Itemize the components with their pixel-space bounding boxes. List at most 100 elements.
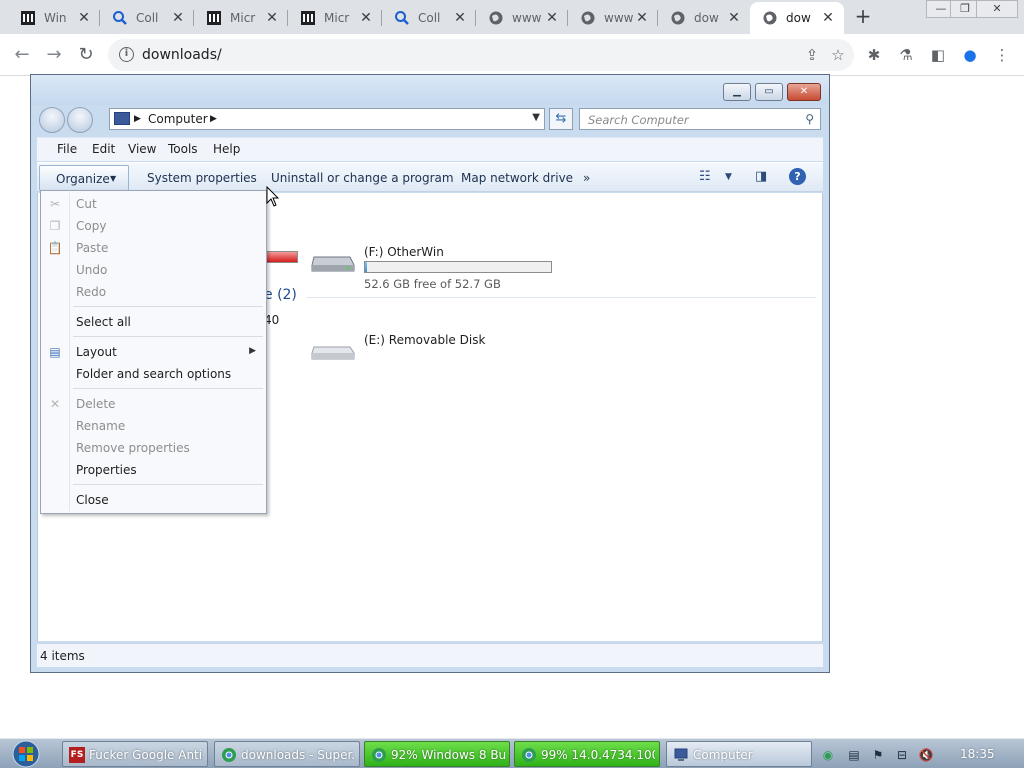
profile-icon[interactable]: ● — [960, 45, 980, 65]
menu-item-copy[interactable]: ❐ Copy — [41, 215, 266, 237]
organize-button[interactable]: Organize ▼ — [39, 165, 129, 191]
more-commands-button[interactable]: » — [583, 171, 590, 185]
window-close-button[interactable]: ✕ — [976, 0, 1018, 18]
group-header[interactable]: e (2) — [264, 287, 297, 303]
view-options-icon[interactable]: ☷ — [699, 169, 711, 184]
explorer-maximize-button[interactable]: ▭ — [755, 83, 783, 101]
explorer-minimize-button[interactable]: ▁ — [723, 83, 751, 101]
address-bar[interactable]: i downloads/ ⇪ ☆ — [108, 39, 854, 71]
browser-tab[interactable]: Coll ✕ — [382, 2, 476, 34]
close-icon[interactable]: ✕ — [544, 10, 560, 26]
drive-usage-bar — [364, 261, 552, 273]
share-icon[interactable]: ⇪ — [802, 45, 822, 65]
menu-item-layout[interactable]: ▤ Layout ▶ — [41, 341, 266, 363]
map-network-drive-button[interactable]: Map network drive — [461, 171, 573, 185]
browser-tab[interactable]: Micr ✕ — [288, 2, 382, 34]
browser-tab[interactable]: Win ✕ — [8, 2, 100, 34]
menu-file[interactable]: File — [57, 142, 77, 156]
menu-tools[interactable]: Tools — [168, 142, 198, 156]
menu-separator — [73, 484, 263, 485]
chevron-down-icon[interactable]: ▼ — [532, 112, 540, 123]
menu-item-label: Close — [76, 493, 109, 507]
menu-help[interactable]: Help — [213, 142, 240, 156]
taskbar-item-label: 92% Windows 8 Bu... — [391, 748, 505, 762]
menu-item-redo[interactable]: Redo — [41, 281, 266, 303]
window-title-bar — [31, 75, 829, 105]
clock[interactable]: 18:35 — [960, 747, 995, 761]
explorer-forward-button[interactable] — [67, 107, 93, 133]
search-icon[interactable]: ⚲ — [805, 112, 814, 126]
close-icon[interactable]: ✕ — [726, 10, 742, 26]
taskbar-item-progress[interactable]: 99% 14.0.4734.1000... — [514, 741, 660, 767]
lab-flask-icon[interactable]: ⚗ — [896, 45, 916, 65]
chevron-down-icon[interactable]: ▼ — [725, 172, 732, 182]
document-tray-icon[interactable]: ▤ — [846, 747, 862, 763]
search-input[interactable]: Search Computer ⚲ — [579, 108, 821, 130]
system-properties-button[interactable]: System properties — [147, 171, 257, 185]
taskbar-item-progress[interactable]: 92% Windows 8 Bu... — [364, 741, 510, 767]
browser-tab[interactable]: www ✕ — [568, 2, 658, 34]
menu-item-select-all[interactable]: Select all — [41, 311, 266, 333]
address-row: ▶ Computer ▶ ▼ ⇆ Search Computer ⚲ — [37, 107, 823, 133]
browser-tab-active[interactable]: dow ✕ — [750, 2, 844, 34]
menu-item-rename[interactable]: Rename — [41, 415, 266, 437]
back-button[interactable]: ← — [10, 43, 34, 67]
browser-tab[interactable]: Micr ✕ — [194, 2, 288, 34]
menu-item-cut[interactable]: ✂ Cut — [41, 193, 266, 215]
star-icon[interactable]: ☆ — [828, 45, 848, 65]
browser-tab-strip: Win ✕ Coll ✕ Micr ✕ Micr ✕ Coll ✕ www ✕ … — [0, 0, 1024, 34]
taskbar-item[interactable]: FS Fucker Google Anti... — [62, 741, 208, 767]
chrome-tray-icon[interactable]: ◉ — [820, 747, 836, 763]
browser-tab[interactable]: Coll ✕ — [100, 2, 194, 34]
menu-item-delete[interactable]: ✕ Delete — [41, 393, 266, 415]
close-icon[interactable]: ✕ — [170, 10, 186, 26]
menu-icon[interactable]: ⋮ — [992, 45, 1012, 65]
taskbar-item-label: downloads - Super... — [241, 748, 355, 762]
menu-item-label: Undo — [76, 263, 108, 277]
explorer-address-box[interactable]: ▶ Computer ▶ ▼ — [109, 108, 545, 130]
browser-tab[interactable]: dow ✕ — [658, 2, 750, 34]
explorer-close-button[interactable]: ✕ — [787, 83, 821, 101]
globe-icon — [580, 10, 596, 26]
refresh-button[interactable]: ⇆ — [549, 108, 573, 130]
help-icon[interactable]: ? — [789, 168, 806, 185]
menu-item-folder-options[interactable]: Folder and search options — [41, 363, 266, 385]
menu-item-undo[interactable]: Undo — [41, 259, 266, 281]
preview-pane-icon[interactable]: ◨ — [755, 169, 767, 184]
reload-button[interactable]: ↻ — [74, 43, 98, 67]
forward-button[interactable]: → — [42, 43, 66, 67]
close-icon[interactable]: ✕ — [264, 10, 280, 26]
side-panel-icon[interactable]: ◧ — [928, 45, 948, 65]
new-tab-button[interactable]: + — [852, 6, 874, 28]
info-icon[interactable]: i — [119, 47, 134, 62]
menu-view[interactable]: View — [128, 142, 156, 156]
flag-icon[interactable]: ⚑ — [870, 747, 886, 763]
close-icon[interactable]: ✕ — [358, 10, 374, 26]
close-icon[interactable]: ✕ — [634, 10, 650, 26]
breadcrumb-computer[interactable]: Computer — [148, 112, 208, 126]
menu-item-label: Properties — [76, 463, 137, 477]
close-icon[interactable]: ✕ — [76, 10, 92, 26]
uninstall-program-button[interactable]: Uninstall or change a program — [271, 171, 454, 185]
taskbar-item[interactable]: downloads - Super... — [214, 741, 360, 767]
breadcrumb-arrow-icon[interactable]: ▶ — [210, 114, 217, 124]
menu-item-paste[interactable]: 📋 Paste — [41, 237, 266, 259]
library-icon — [300, 10, 316, 26]
network-icon[interactable]: ⊟ — [894, 747, 910, 763]
volume-muted-icon[interactable]: 🔇 — [918, 747, 934, 763]
extensions-icon[interactable]: ✱ — [864, 45, 884, 65]
close-icon[interactable]: ✕ — [452, 10, 468, 26]
library-icon — [20, 10, 36, 26]
menu-item-close[interactable]: Close — [41, 489, 266, 511]
explorer-back-button[interactable] — [39, 107, 65, 133]
url-text: downloads/ — [142, 47, 222, 63]
close-icon[interactable]: ✕ — [820, 10, 836, 26]
breadcrumb-arrow-icon[interactable]: ▶ — [134, 114, 141, 124]
menu-item-properties[interactable]: Properties — [41, 459, 266, 481]
menu-edit[interactable]: Edit — [92, 142, 115, 156]
start-orb-icon[interactable] — [6, 739, 46, 769]
menu-item-remove-properties[interactable]: Remove properties — [41, 437, 266, 459]
tab-title: www — [604, 11, 634, 25]
taskbar-item-active[interactable]: Computer — [666, 741, 812, 767]
browser-tab[interactable]: www ✕ — [476, 2, 568, 34]
